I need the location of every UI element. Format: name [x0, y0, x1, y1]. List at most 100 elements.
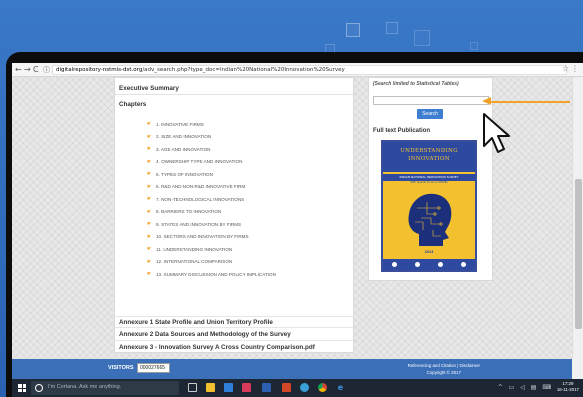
chrome-icon[interactable] [318, 383, 327, 392]
browser-menu-icon[interactable]: ⋮ [571, 64, 579, 73]
site-footer: VISITORS 000027665 Referencing and Citat… [12, 359, 572, 379]
chapter-link[interactable]: ☛ 2. SIZE AND INNOVATION [147, 131, 276, 144]
mail-icon[interactable] [242, 383, 251, 392]
chapter-label: 9. STATES AND INNOVATION BY FIRMS [156, 221, 242, 227]
chapter-link[interactable]: ☛ 7. NON-TECHNOLOGICAL INNOVATIONS [147, 193, 276, 206]
chapter-link[interactable]: ☛ 5. TYPES OF INNOVATION [147, 168, 276, 181]
chapter-label: 5. TYPES OF INNOVATION [156, 171, 213, 177]
visitors-label: VISITORS [108, 365, 134, 371]
pointing-hand-icon: ☛ [147, 196, 152, 203]
decor-square [470, 42, 478, 50]
chapter-link[interactable]: ☛ 11. UNDERSTANDING INNOVATION [147, 243, 276, 256]
task-view-icon[interactable] [188, 383, 197, 392]
info-icon[interactable]: ⓘ [43, 64, 50, 76]
scrollbar-thumb[interactable] [575, 179, 582, 329]
back-icon[interactable]: ← [15, 64, 22, 76]
cover-year: 2014 [424, 250, 434, 254]
chapter-list: ☛ 1. INNOVATIVE FIRMS ☛ 2. SIZE AND INNOVA… [147, 118, 276, 281]
annexure-1-link[interactable]: Annexure 1 State Profile and Union Terri… [115, 316, 353, 328]
page-scrollbar[interactable] [572, 77, 583, 359]
chapter-label: 13. SUMMARY DISCUSSION AND POLICY IMPLIC… [156, 271, 276, 277]
word-icon[interactable] [262, 383, 271, 392]
pointing-hand-icon: ☛ [147, 221, 152, 228]
cover-title-line1: UNDERSTANDING [400, 148, 458, 154]
chapter-link[interactable]: ☛ 1. INNOVATIVE FIRMS [147, 118, 276, 131]
system-tray[interactable]: ^ ▭ ◁ ▤ ⌨ [498, 384, 553, 391]
taskbar-clock[interactable]: 17:29 16-11-2017 [557, 381, 579, 393]
chapter-label: 10. SECTORS AND INNOVATION BY FIRMS [156, 234, 249, 240]
chapter-link[interactable]: ☛ 13. SUMMARY DISCUSSION AND POLICY IMPLI… [147, 268, 276, 281]
url-host: digitalrepository-nstmis-dst.org [56, 67, 143, 73]
chapter-label: 4. OWNERSHIP TYPE AND INNOVATION [156, 159, 243, 165]
annotation-arrow-head-icon [482, 97, 491, 105]
pointing-hand-icon: ☛ [147, 121, 152, 128]
file-explorer-icon[interactable] [206, 383, 215, 392]
teams-icon[interactable] [300, 383, 309, 392]
chapter-label: 12. INTERNATIONAL COMPARISON [156, 259, 233, 265]
windows-start-icon[interactable] [18, 384, 26, 392]
logo-icon [415, 262, 420, 267]
chapter-link[interactable]: ☛ 12. INTERNATIONAL COMPARISON [147, 256, 276, 269]
bookmark-star-icon[interactable]: ☆ [562, 64, 569, 73]
pointing-hand-icon: ☛ [147, 246, 152, 253]
clock-date: 16-11-2017 [556, 387, 579, 392]
chapter-link[interactable]: ☛ 4. OWNERSHIP TYPE AND INNOVATION [147, 156, 276, 169]
windows-taskbar: I'm Cortana. Ask me anything. e ^ ▭ ◁ ▤ … [12, 379, 583, 397]
reload-icon[interactable]: C [33, 64, 39, 76]
chapter-link[interactable]: ☛ 6. R&D AND NON-R&D INNOVATIVE FIRM [147, 181, 276, 194]
chapters-heading: Chapters [119, 101, 147, 108]
visitors-counter: 000027665 [137, 363, 170, 373]
search-input[interactable] [373, 96, 489, 105]
pointing-hand-icon: ☛ [147, 233, 152, 240]
logo-icon [438, 262, 443, 267]
browser-toolbar: ← → C ⓘ digitalrepository-nstmis-dst.org… [12, 63, 583, 77]
cover-title-line2: INNOVATION [408, 156, 450, 162]
pointing-hand-icon: ☛ [147, 146, 152, 153]
store-icon[interactable] [224, 383, 233, 392]
cortana-search-box[interactable]: I'm Cortana. Ask me anything. [31, 381, 179, 395]
decor-square [386, 22, 398, 34]
pointing-hand-icon: ☛ [147, 171, 152, 178]
cover-logos [383, 259, 475, 270]
annexure-2-link[interactable]: Annexure 2 Data Sources and Methodology … [115, 329, 353, 341]
cover-subtitle: INDIAN NATIONAL INNOVATION SURVEY [383, 174, 475, 181]
decor-square [414, 30, 430, 46]
powerpoint-icon[interactable] [282, 383, 291, 392]
search-note: (Search limited to Statistical Tables) [373, 81, 459, 87]
chapter-label: 3. AGE AND INNOVATION [156, 146, 211, 152]
referencing-disclaimer-link[interactable]: Referencing and Citation | Disclaimer [408, 362, 480, 369]
chapter-link[interactable]: ☛ 8. BARRIERS TO INNOVATION [147, 206, 276, 219]
publication-cover[interactable]: UNDERSTANDING INNOVATION INDIAN NATIONAL… [381, 140, 477, 272]
cover-subtitle-2: With special focus on MSMEs [410, 181, 448, 184]
forward-icon[interactable]: → [24, 64, 31, 76]
logo-icon [392, 262, 397, 267]
footer-links: Referencing and Citation | Disclaimer Co… [408, 362, 480, 376]
search-sidebar: (Search limited to Statistical Tables) S… [368, 77, 493, 281]
mouse-cursor-icon [483, 113, 510, 153]
annotation-arrow-line [490, 101, 570, 103]
pointing-hand-icon: ☛ [147, 158, 152, 165]
chapter-label: 6. R&D AND NON-R&D INNOVATIVE FIRM [156, 184, 246, 190]
pointing-hand-icon: ☛ [147, 183, 152, 190]
pointing-hand-icon: ☛ [147, 133, 152, 140]
head-silhouette-icon [408, 193, 452, 246]
executive-summary-link[interactable]: Executive Summary [115, 83, 353, 95]
copyright-text: Copyright © 2017 [426, 370, 461, 375]
decor-square [346, 23, 360, 37]
chapter-label: 1. INNOVATIVE FIRMS [156, 121, 204, 127]
contents-panel: Executive Summary Chapters ☛ 1. INNOVATIV… [114, 77, 354, 353]
chapter-label: 7. NON-TECHNOLOGICAL INNOVATIONS [156, 196, 245, 202]
search-button[interactable]: Search [417, 109, 443, 119]
pointing-hand-icon: ☛ [147, 271, 152, 278]
logo-icon [461, 262, 466, 267]
publication-heading: Full text Publication [373, 128, 431, 134]
pointing-hand-icon: ☛ [147, 208, 152, 215]
address-bar[interactable]: digitalrepository-nstmis-dst.org/adv_sea… [52, 65, 567, 75]
edge-icon[interactable]: e [336, 383, 345, 392]
annexure-3-link[interactable]: Annexure 3 - Innovation Survey A Cross C… [115, 342, 353, 354]
chapter-link[interactable]: ☛ 9. STATES AND INNOVATION BY FIRMS [147, 218, 276, 231]
chapter-label: 11. UNDERSTANDING INNOVATION [156, 246, 233, 252]
chapter-link[interactable]: ☛ 10. SECTORS AND INNOVATION BY FIRMS [147, 231, 276, 244]
chapter-link[interactable]: ☛ 3. AGE AND INNOVATION [147, 143, 276, 156]
url-path: /adv_search.php?type_doc=Indian%20Nation… [142, 67, 345, 73]
